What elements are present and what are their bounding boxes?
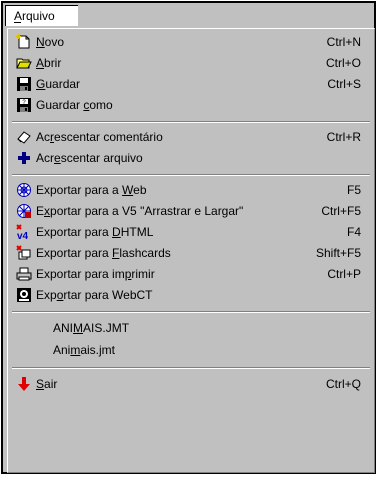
eraser-icon xyxy=(16,129,32,145)
menu-item-guardar-como[interactable]: ? Guardar como xyxy=(8,94,374,116)
menu-separator xyxy=(12,311,370,313)
save-as-icon: ? xyxy=(16,97,32,113)
shortcut-label: F4 xyxy=(346,225,361,239)
menu-item-acrescentar-comentario[interactable]: Acrescentar comentário Ctrl+R xyxy=(8,126,374,148)
menu-item-exportar-flashcards[interactable]: Exportar para Flashcards Shift+F5 xyxy=(8,242,374,264)
menu-item-guardar[interactable]: Guardar Ctrl+S xyxy=(8,73,374,95)
shortcut-label: Ctrl+S xyxy=(327,77,361,91)
menu-separator xyxy=(12,121,370,123)
menu-item-abrir[interactable]: Abrir Ctrl+O xyxy=(8,52,374,74)
menu-item-exportar-webct[interactable]: Exportar para WebCT xyxy=(8,284,374,306)
save-disk-icon xyxy=(16,76,32,92)
menu-item-exportar-dhtml[interactable]: v4 Exportar para DHTML F4 xyxy=(8,221,374,243)
menu-item-exportar-v5[interactable]: Exportar para a V5 "Arrastrar e Largar" … xyxy=(8,200,374,222)
menu-mnemonic-underline xyxy=(14,22,21,23)
menu-item-exportar-imprimir[interactable]: Exportar para imprimir Ctrl+P xyxy=(8,263,374,285)
shortcut-label: Ctrl+Q xyxy=(325,377,361,391)
shortcut-label: Ctrl+F5 xyxy=(321,204,361,218)
v4-icon: v4 xyxy=(16,224,32,240)
menu-item-exportar-web[interactable]: Exportar para a Web F5 xyxy=(8,179,374,201)
menu-frame: Arquivo Novo Ctrl+N Abrir Ctrl+O Guardar… xyxy=(1,1,376,474)
shortcut-label: Ctrl+P xyxy=(327,267,361,281)
web-v5-icon xyxy=(16,203,32,219)
shortcut-label: Ctrl+R xyxy=(326,130,361,144)
menu-item-novo[interactable]: Novo Ctrl+N xyxy=(8,31,374,53)
open-folder-icon xyxy=(16,55,32,71)
new-document-icon xyxy=(16,34,32,50)
webct-icon xyxy=(16,287,32,303)
shortcut-label: Shift+F5 xyxy=(315,246,361,260)
menu-item-acrescentar-arquivo[interactable]: Acrescentar arquivo xyxy=(8,147,374,169)
menu-separator xyxy=(12,367,370,369)
web-icon xyxy=(16,182,32,198)
flashcards-icon xyxy=(16,245,32,261)
file-menu-dropdown: Novo Ctrl+N Abrir Ctrl+O Guardar Ctrl+S … xyxy=(7,28,375,473)
menu-item-recent-file-1[interactable]: ANIMAIS.JMT xyxy=(8,317,374,339)
menu-arquivo[interactable]: Arquivo xyxy=(5,5,78,26)
shortcut-label: Ctrl+N xyxy=(326,35,361,49)
menu-item-sair[interactable]: Sair Ctrl+Q xyxy=(8,373,374,395)
menu-item-recent-file-2[interactable]: Animais.jmt xyxy=(8,339,374,361)
plus-icon xyxy=(16,150,32,166)
shortcut-label: Ctrl+O xyxy=(325,56,361,70)
menu-arquivo-label: Arquivo xyxy=(14,9,55,23)
exit-arrow-icon xyxy=(16,376,32,392)
svg-text:v4: v4 xyxy=(17,231,29,240)
shortcut-label: F5 xyxy=(346,183,361,197)
menu-separator xyxy=(12,174,370,176)
printer-icon xyxy=(16,266,32,282)
